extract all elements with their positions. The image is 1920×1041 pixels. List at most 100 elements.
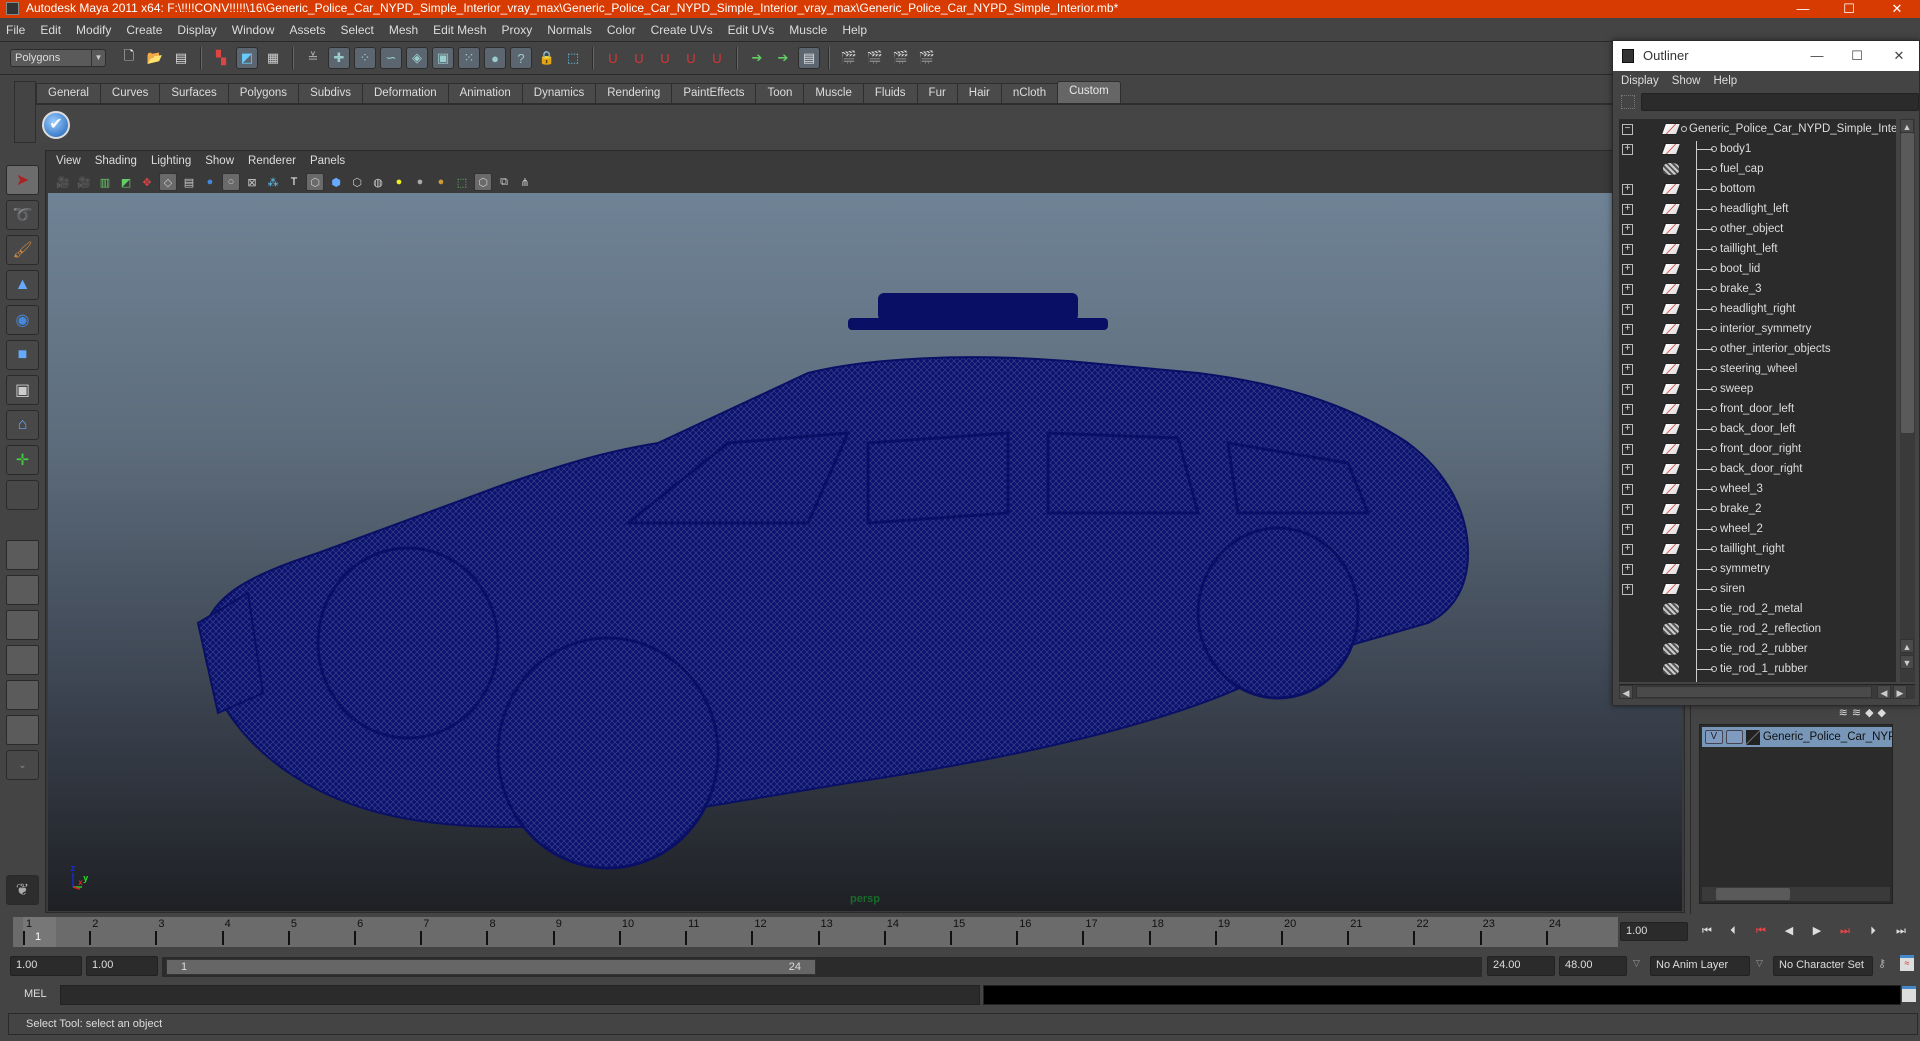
snap-curve-icon[interactable]: ∽ <box>380 47 402 69</box>
isolate-select-icon[interactable]: ⬚ <box>453 173 471 191</box>
outliner-item[interactable]: tie_rod_1_rubber <box>1619 659 1896 679</box>
filter-icon[interactable] <box>1621 95 1635 109</box>
outliner-item[interactable]: + sweep <box>1619 379 1896 399</box>
image-plane-icon[interactable]: ◩ <box>117 173 135 191</box>
time-slider[interactable]: 1 2 3 4 5 6 7 8 9 10 11 12 13 14 15 16 17 18 19 20 21 22 23 24 … <box>13 917 1618 947</box>
outliner-item[interactable]: + steering_wheel <box>1619 359 1896 379</box>
xray-components-icon[interactable]: ⋔ <box>516 173 534 191</box>
scroll-left-icon[interactable]: ◀ <box>1877 685 1891 699</box>
ipr-render-icon[interactable]: 🎬 <box>890 47 912 69</box>
command-language-label[interactable]: MEL <box>24 988 47 1000</box>
xray-joints-icon[interactable]: ⧉ <box>495 173 513 191</box>
start-time-field[interactable]: 1.00 <box>10 956 82 976</box>
rotate-tool-icon[interactable]: ◉ <box>6 305 39 335</box>
panel-menu-view[interactable]: View <box>56 155 81 167</box>
grid-toggle-icon[interactable]: ◇ <box>159 173 177 191</box>
expand-icon[interactable]: + <box>1622 484 1633 495</box>
select-points-icon[interactable]: ⁙ <box>458 47 480 69</box>
select-by-object-icon[interactable]: ◩ <box>236 47 258 69</box>
resolution-gate-icon[interactable]: ● <box>201 173 219 191</box>
shelf-tab-surfaces[interactable]: Surfaces <box>159 83 229 103</box>
shelf-tab-painteffects[interactable]: PaintEffects <box>671 83 757 103</box>
expand-icon[interactable]: + <box>1622 184 1633 195</box>
snap-to-grid-magnet-icon[interactable]: U <box>602 47 624 69</box>
scroll-up-icon[interactable]: ▲ <box>1900 639 1914 653</box>
more-layouts-icon[interactable]: ⌄ <box>6 750 39 780</box>
anim-layer-selector[interactable]: No Anim Layer <box>1650 956 1750 976</box>
scroll-left-icon[interactable]: ◀ <box>1619 685 1633 699</box>
menu-create-uvs[interactable]: Create UVs <box>651 23 713 37</box>
expand-icon[interactable]: + <box>1622 424 1633 435</box>
select-tool-icon[interactable]: ➤ <box>6 165 39 195</box>
construction-history-icon[interactable]: ▤ <box>798 47 820 69</box>
outliner-item[interactable]: + taillight_left <box>1619 239 1896 259</box>
outliner-item[interactable]: + headlight_right <box>1619 299 1896 319</box>
paint-select-tool-icon[interactable]: 🖌 <box>6 235 39 265</box>
scroll-right-icon[interactable]: ▶ <box>1893 685 1907 699</box>
layer-name[interactable]: Generic_Police_Car_NYPD <box>1763 731 1892 743</box>
shadows-icon[interactable]: ● <box>411 173 429 191</box>
open-scene-icon[interactable]: 📂 <box>144 47 166 69</box>
menu-display[interactable]: Display <box>177 23 216 37</box>
outliner-item[interactable]: tie_rod_2_metal <box>1619 599 1896 619</box>
outliner-item[interactable]: fuel_cap <box>1619 159 1896 179</box>
new-scene-icon[interactable]: 🗋 <box>118 47 140 69</box>
outliner-item[interactable]: + other_object <box>1619 219 1896 239</box>
outliner-item[interactable]: + back_door_left <box>1619 419 1896 439</box>
outliner-vertical-scrollbar[interactable]: ▲ ▲ ▼ <box>1900 119 1915 682</box>
bookmarks-icon[interactable]: ▥ <box>96 173 114 191</box>
outliner-item[interactable]: tie_rod_2_rubber <box>1619 639 1896 659</box>
output-ops-icon[interactable]: ➔ <box>772 47 794 69</box>
panel-menu-shading[interactable]: Shading <box>95 155 137 167</box>
perspective-view[interactable]: z x y persp <box>48 193 1682 911</box>
shelf-tab-muscle[interactable]: Muscle <box>803 83 864 103</box>
input-ops-icon[interactable]: ➔ <box>746 47 768 69</box>
step-forward-frame-icon[interactable]: ⏵ <box>1864 922 1882 940</box>
scrollbar-thumb[interactable] <box>1636 686 1872 698</box>
expand-icon[interactable]: + <box>1622 244 1633 255</box>
outliner-item[interactable]: + bottom <box>1619 179 1896 199</box>
outliner-item[interactable]: + brake_3 <box>1619 279 1896 299</box>
layer-horizontal-scrollbar[interactable] <box>1702 887 1890 901</box>
menu-edit[interactable]: Edit <box>40 23 61 37</box>
expand-icon[interactable]: + <box>1622 504 1633 515</box>
outliner-item[interactable]: + interior_symmetry <box>1619 319 1896 339</box>
playback-start-field[interactable]: 1.00 <box>86 956 158 976</box>
snap-grid-icon[interactable]: ✚ <box>328 47 350 69</box>
panel-menu-lighting[interactable]: Lighting <box>151 155 191 167</box>
filter-icon[interactable]: ≚ <box>302 47 324 69</box>
expand-icon[interactable]: + <box>1622 284 1633 295</box>
menu-color[interactable]: Color <box>607 23 636 37</box>
expand-icon[interactable]: + <box>1622 564 1633 575</box>
outliner-item[interactable]: + siren <box>1619 579 1896 599</box>
shelf-tab-deformation[interactable]: Deformation <box>361 83 449 103</box>
gate-mask-icon[interactable]: ○ <box>222 173 240 191</box>
safe-title-icon[interactable]: T <box>285 173 303 191</box>
close-button[interactable]: ✕ <box>1874 0 1920 18</box>
outliner-menu-show[interactable]: Show <box>1672 75 1701 87</box>
wireframe-icon[interactable]: ⬡ <box>306 173 324 191</box>
go-to-end-icon[interactable]: ⏭ <box>1892 922 1910 940</box>
shelf-tab-hair[interactable]: Hair <box>956 83 1002 103</box>
range-slider[interactable]: 1 24 <box>166 959 816 975</box>
last-tool-slot[interactable] <box>6 480 39 510</box>
track-zoom-icon[interactable]: ✥ <box>138 173 156 191</box>
expand-icon[interactable]: + <box>1622 364 1633 375</box>
expand-icon[interactable]: + <box>1622 144 1633 155</box>
persp-graph-hypergraph-layout-icon[interactable] <box>6 715 39 745</box>
menu-muscle[interactable]: Muscle <box>789 23 827 37</box>
chevron-down-icon[interactable]: ▽ <box>1633 958 1640 969</box>
soft-mod-tool-icon[interactable]: ⌂ <box>6 410 39 440</box>
layer-visibility-toggle[interactable]: V <box>1705 730 1723 744</box>
outliner-close-button[interactable]: ✕ <box>1881 41 1917 71</box>
expand-icon[interactable]: + <box>1622 324 1633 335</box>
outliner-item[interactable]: + front_door_left <box>1619 399 1896 419</box>
high-quality-icon[interactable]: ● <box>432 173 450 191</box>
menu-assets[interactable]: Assets <box>289 23 325 37</box>
textured-icon[interactable]: ◍ <box>369 173 387 191</box>
outliner-titlebar[interactable]: Outliner — ☐ ✕ <box>1613 41 1919 71</box>
shelf-tab-dynamics[interactable]: Dynamics <box>521 83 597 103</box>
lock-icon[interactable]: 🔒 <box>536 47 558 69</box>
panel-menu-renderer[interactable]: Renderer <box>248 155 296 167</box>
shelf-menu-toggle[interactable] <box>14 81 36 143</box>
